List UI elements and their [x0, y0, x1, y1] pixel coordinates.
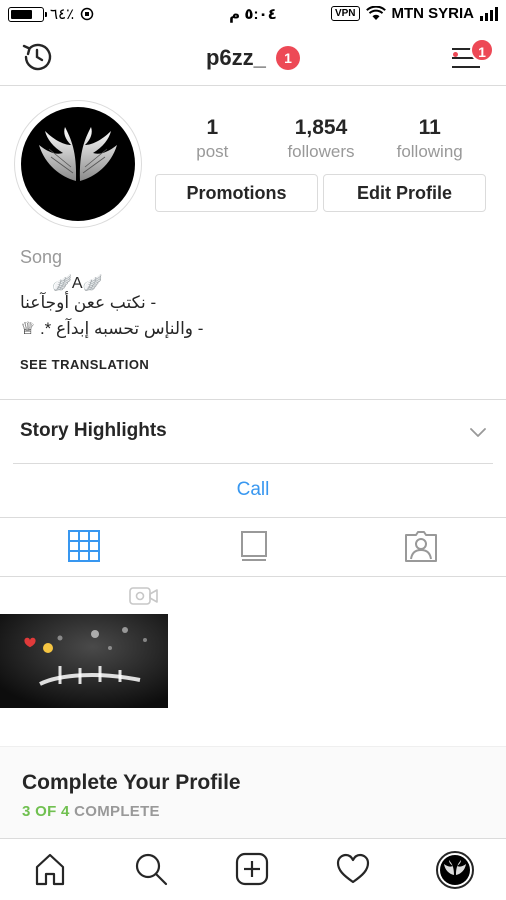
- home-icon[interactable]: [32, 851, 68, 887]
- menu-badge: 1: [470, 38, 494, 62]
- stat-posts[interactable]: 1 post: [158, 116, 267, 162]
- stat-following[interactable]: 11 following: [375, 116, 484, 162]
- stat-value: 1,854: [294, 116, 348, 139]
- heart-icon[interactable]: [335, 851, 371, 887]
- signal-icon: [480, 6, 498, 21]
- feed-tab-icon[interactable]: [236, 528, 272, 564]
- wings-mini-image: [444, 860, 466, 875]
- grid-tab-icon[interactable]: [66, 528, 102, 564]
- wings-image: [39, 127, 117, 181]
- profile-avatar[interactable]: [14, 100, 142, 228]
- bottom-nav: [0, 838, 506, 900]
- edit-profile-button[interactable]: Edit Profile: [323, 174, 486, 212]
- stat-value: 1: [206, 116, 219, 139]
- bio-line-2: - والنإس تحسبه إبدآع *. ♕: [20, 319, 204, 338]
- divider: [13, 463, 493, 464]
- bio-name: 🪽A🪽: [52, 275, 103, 292]
- complete-profile-progress: 3 OF 4 COMPLETE: [22, 803, 160, 820]
- notification-badge: 1: [276, 46, 301, 71]
- username-text: p6zz_: [205, 45, 266, 71]
- profile-tab-avatar[interactable]: [436, 851, 474, 889]
- avatar-mini: [440, 855, 470, 885]
- stat-followers[interactable]: 1,854 followers: [267, 116, 376, 162]
- progress-label: COMPLETE: [74, 803, 160, 820]
- see-translation-link[interactable]: SEE TRANSLATION: [20, 357, 149, 372]
- bio-line-1: - نكتب ععن أوجآعنا: [20, 293, 157, 312]
- username-title[interactable]: p6zz_ 1: [0, 44, 506, 71]
- stat-value: 11: [418, 116, 441, 139]
- divider: [0, 517, 506, 518]
- notification-dot: [453, 52, 458, 57]
- status-right: VPN MTN SYRIA: [330, 5, 498, 22]
- tagged-tab-icon[interactable]: [403, 528, 439, 564]
- call-button[interactable]: Call: [0, 479, 506, 501]
- igtv-video-icon: [129, 587, 158, 605]
- avatar-image: [21, 107, 135, 221]
- new-post-icon[interactable]: [234, 851, 270, 887]
- profile-stats: 1 post 1,854 followers 11 following: [158, 116, 484, 162]
- wifi-icon: [365, 6, 386, 20]
- stat-label: post: [196, 142, 229, 161]
- divider: [0, 399, 506, 400]
- bio-category: Song: [20, 247, 63, 267]
- progress-done: 3 OF 4: [22, 803, 70, 820]
- post-image: [0, 614, 168, 708]
- chevron-down-icon[interactable]: [470, 424, 486, 440]
- divider: [0, 576, 506, 577]
- promotions-button[interactable]: Promotions: [155, 174, 318, 212]
- post-thumbnail[interactable]: [0, 614, 168, 708]
- search-icon[interactable]: [133, 851, 169, 887]
- status-bar: ٦٤٪ ٥:٠٤ م VPN MTN SYRIA: [0, 0, 506, 30]
- carrier-name: MTN SYRIA: [391, 5, 475, 22]
- stat-label: following: [396, 142, 463, 161]
- complete-profile-section: Complete Your Profile 3 OF 4 COMPLETE: [0, 746, 506, 838]
- top-nav: p6zz_ 1 1: [0, 30, 506, 86]
- story-highlights-title[interactable]: Story Highlights: [20, 420, 167, 442]
- complete-profile-title: Complete Your Profile: [22, 771, 241, 794]
- stat-label: followers: [287, 142, 355, 161]
- vpn-badge: VPN: [330, 6, 360, 21]
